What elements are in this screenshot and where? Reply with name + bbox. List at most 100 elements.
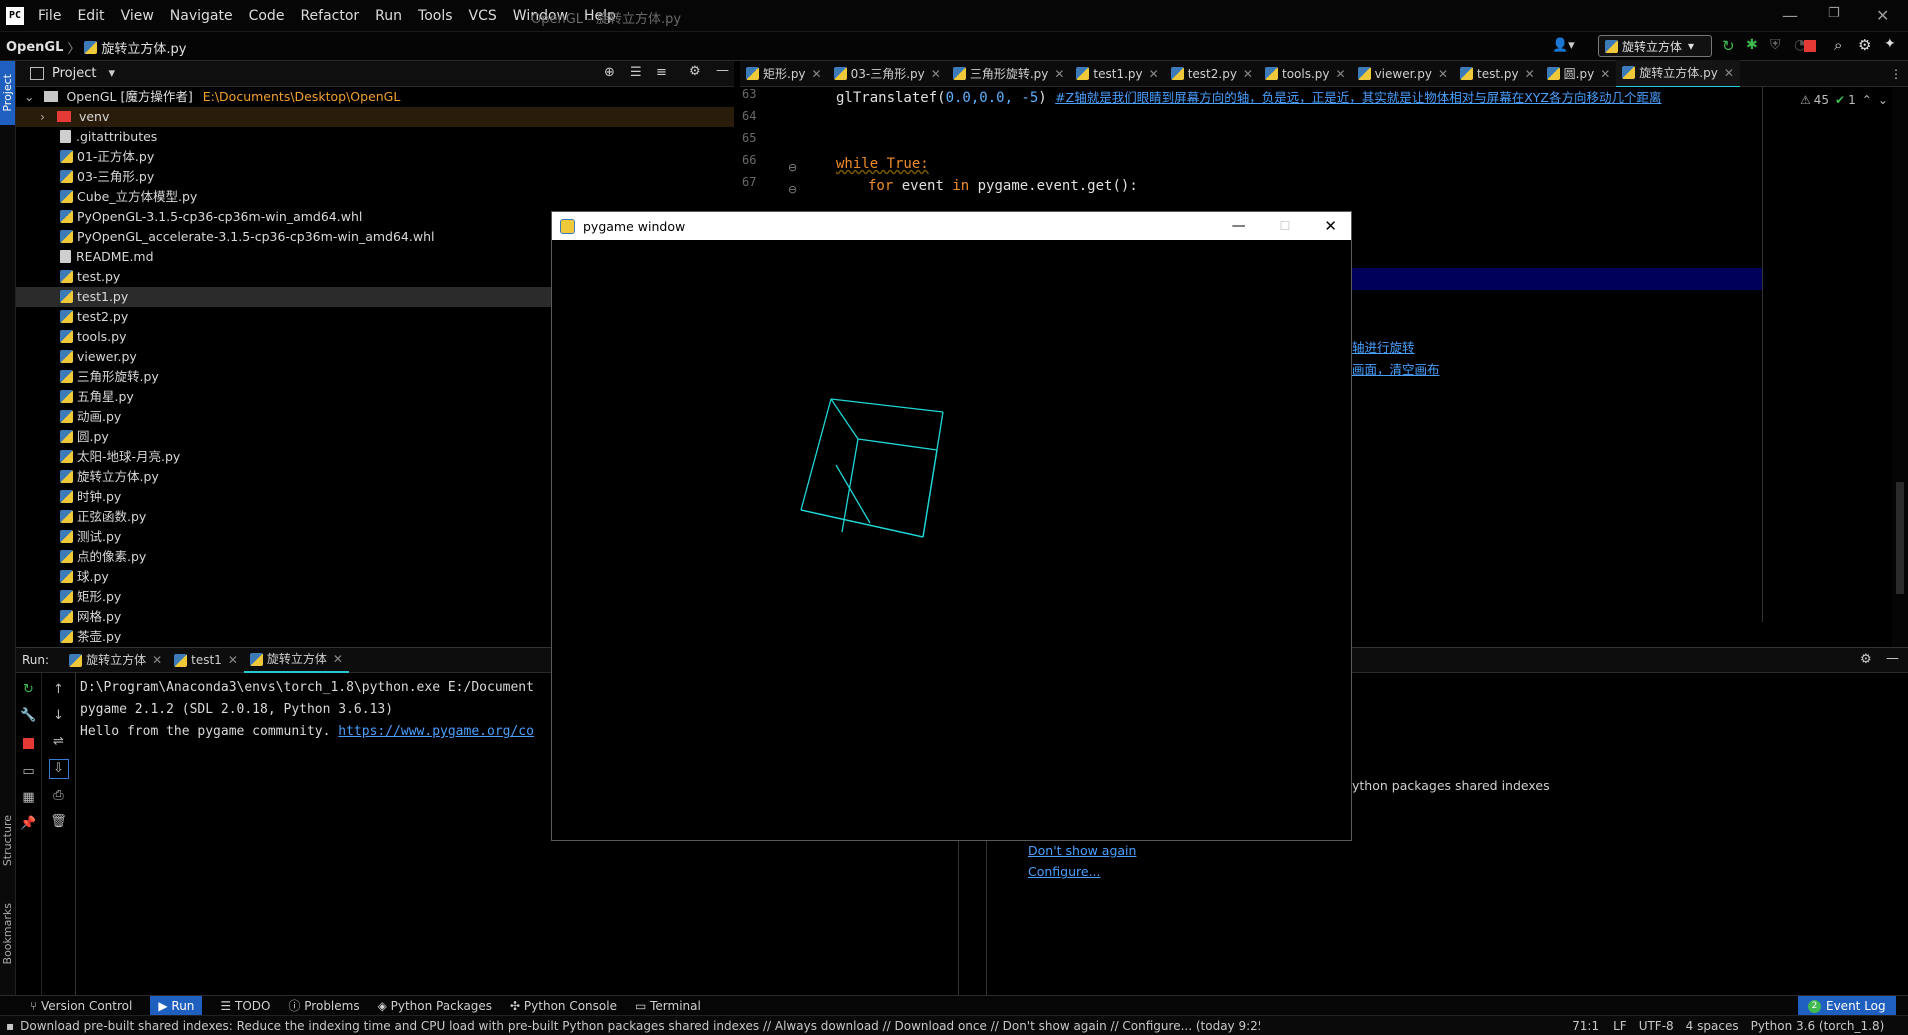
expand-all-icon[interactable]: ☰: [630, 65, 642, 80]
status-message[interactable]: Download pre-built shared indexes: Reduc…: [20, 1019, 1260, 1033]
gear-icon[interactable]: ⚙: [1860, 652, 1872, 667]
fold-icon[interactable]: ⊖: [788, 161, 797, 174]
close-tab-icon[interactable]: ✕: [333, 647, 343, 671]
rerun-icon[interactable]: ↻: [20, 681, 38, 699]
run-tab[interactable]: ▶ Run: [150, 995, 203, 1016]
close-tab-icon[interactable]: ✕: [152, 648, 162, 672]
bookmarks-tool-button[interactable]: Bookmarks: [1, 903, 14, 968]
pin-icon[interactable]: 📌: [20, 815, 38, 833]
project-panel-title[interactable]: Project: [52, 66, 96, 81]
close-tab-icon[interactable]: ✕: [1724, 60, 1734, 86]
chevron-up-icon[interactable]: ⌃: [1862, 93, 1872, 107]
menu-vcs[interactable]: VCS: [461, 8, 505, 24]
menu-tools[interactable]: Tools: [410, 8, 461, 24]
scroll-to-end-icon[interactable]: ⇩: [48, 759, 69, 779]
inspection-widget[interactable]: ⚠ 45 ✔ 1 ⌃ ⌄: [1800, 93, 1888, 107]
close-tab-icon[interactable]: ✕: [1600, 61, 1610, 87]
editor-tab[interactable]: test1.py ✕: [1070, 61, 1164, 87]
editor-tab[interactable]: viewer.py ✕: [1352, 61, 1454, 87]
todo-tab[interactable]: ☰ TODO: [220, 999, 270, 1013]
editor-tab[interactable]: 03-三角形.py ✕: [828, 61, 947, 87]
print-icon[interactable]: ⎙: [50, 787, 68, 805]
pygame-title-bar[interactable]: pygame window — ☐ ✕: [552, 212, 1351, 240]
dont-show-again-link[interactable]: Don't show again: [1028, 843, 1136, 858]
tree-file[interactable]: Cube_立方体模型.py: [16, 187, 734, 207]
editor-tab[interactable]: 旋转立方体.py ✕: [1616, 59, 1740, 88]
structure-tool-button[interactable]: Structure: [1, 815, 14, 870]
close-button[interactable]: ✕: [1324, 217, 1337, 235]
version-control-tab[interactable]: ⑂ Version Control: [30, 999, 132, 1013]
restore-button[interactable]: ❐: [1828, 6, 1840, 21]
caret-position[interactable]: 71:1: [1572, 1019, 1599, 1033]
wrench-icon[interactable]: 🔧: [20, 707, 38, 725]
locate-file-icon[interactable]: ⊕: [604, 65, 615, 80]
editor-tab[interactable]: 矩形.py ✕: [740, 61, 828, 87]
close-tab-icon[interactable]: ✕: [812, 61, 822, 87]
run-tab[interactable]: 旋转立方体 ✕: [243, 647, 349, 673]
interpreter-selector[interactable]: Python 3.6 (torch_1.8): [1751, 1019, 1885, 1033]
editor-tab[interactable]: test2.py ✕: [1165, 61, 1259, 87]
tree-file[interactable]: 03-三角形.py: [16, 167, 734, 187]
hide-panel-icon[interactable]: —: [716, 63, 729, 78]
editor-tab[interactable]: 圆.py ✕: [1541, 61, 1617, 87]
gear-icon[interactable]: ⚙: [689, 64, 701, 79]
close-tab-icon[interactable]: ✕: [931, 61, 941, 87]
editor-tab[interactable]: test.py ✕: [1454, 61, 1541, 87]
minimize-button[interactable]: —: [1782, 6, 1798, 25]
menu-code[interactable]: Code: [241, 8, 293, 24]
layout-icon[interactable]: ▦: [20, 789, 38, 807]
line-separator[interactable]: LF: [1613, 1019, 1627, 1033]
run-tab[interactable]: test1 ✕: [168, 648, 244, 672]
chevron-down-icon[interactable]: ▾: [108, 66, 115, 81]
file-encoding[interactable]: UTF-8: [1639, 1019, 1674, 1033]
collapse-all-icon[interactable]: ≡: [656, 65, 667, 80]
arrow-up-icon[interactable]: ↑: [50, 681, 68, 699]
arrow-down-icon[interactable]: ↓: [50, 707, 68, 725]
fold-icon[interactable]: ⊖: [788, 183, 797, 196]
stop-icon[interactable]: [1804, 40, 1816, 52]
soft-wrap-icon[interactable]: ⇌: [50, 733, 68, 751]
python-console-tab[interactable]: ✣ Python Console: [510, 999, 617, 1013]
minimize-button[interactable]: —: [1232, 218, 1246, 234]
project-tool-button[interactable]: Project: [0, 61, 15, 125]
user-icon[interactable]: 👤▾: [1552, 38, 1575, 53]
chevron-down-icon[interactable]: ⌄: [1878, 93, 1888, 107]
menu-file[interactable]: File: [30, 8, 69, 24]
menu-refactor[interactable]: Refactor: [292, 8, 367, 24]
restore-layout-icon[interactable]: ▭: [20, 763, 38, 781]
console-link[interactable]: https://www.pygame.org/co: [338, 724, 534, 739]
event-log-tab[interactable]: 2 Event Log: [1798, 996, 1896, 1016]
close-tab-icon[interactable]: ✕: [228, 648, 238, 672]
problems-tab[interactable]: ⓘ Problems: [288, 997, 359, 1014]
editor-tab[interactable]: tools.py ✕: [1259, 61, 1352, 87]
tree-root[interactable]: ⌄ OpenGL [魔方操作者] E:\Documents\Desktop\Op…: [16, 87, 734, 107]
run-tab[interactable]: 旋转立方体 ✕: [63, 648, 168, 672]
python-packages-tab[interactable]: ◈ Python Packages: [378, 999, 492, 1013]
jetbrains-logo-icon[interactable]: ✦: [1884, 36, 1896, 52]
tree-file[interactable]: 01-正方体.py: [16, 147, 734, 167]
hide-panel-icon[interactable]: —: [1886, 651, 1899, 666]
close-tab-icon[interactable]: ✕: [1054, 61, 1064, 87]
run-config-selector[interactable]: 旋转立方体 ▾: [1598, 35, 1712, 57]
maximize-button[interactable]: ☐: [1280, 219, 1291, 233]
close-tab-icon[interactable]: ✕: [1243, 61, 1253, 87]
breadcrumb-project[interactable]: OpenGL: [6, 40, 63, 55]
scrollbar-thumb[interactable]: [1896, 482, 1904, 594]
menu-run[interactable]: Run: [367, 8, 410, 24]
close-tab-icon[interactable]: ✕: [1438, 61, 1448, 87]
search-icon[interactable]: ⌕: [1834, 36, 1842, 54]
breadcrumb-file[interactable]: 旋转立方体.py: [101, 38, 186, 57]
editor-tab[interactable]: 三角形旋转.py ✕: [947, 61, 1071, 87]
menu-navigate[interactable]: Navigate: [162, 8, 241, 24]
rerun-icon[interactable]: ↻: [1722, 37, 1735, 55]
tree-file[interactable]: .gitattributes: [16, 127, 734, 147]
gear-icon[interactable]: ⚙: [1858, 36, 1871, 54]
debug-icon[interactable]: ✱: [1746, 37, 1758, 53]
indent-setting[interactable]: 4 spaces: [1686, 1019, 1739, 1033]
pygame-window[interactable]: pygame window — ☐ ✕: [551, 211, 1352, 841]
editor-scrollbar[interactable]: [1892, 87, 1908, 647]
close-tab-icon[interactable]: ✕: [1336, 61, 1346, 87]
close-button[interactable]: ✕: [1876, 6, 1889, 25]
close-tab-icon[interactable]: ✕: [1149, 61, 1159, 87]
menu-edit[interactable]: Edit: [69, 8, 112, 24]
